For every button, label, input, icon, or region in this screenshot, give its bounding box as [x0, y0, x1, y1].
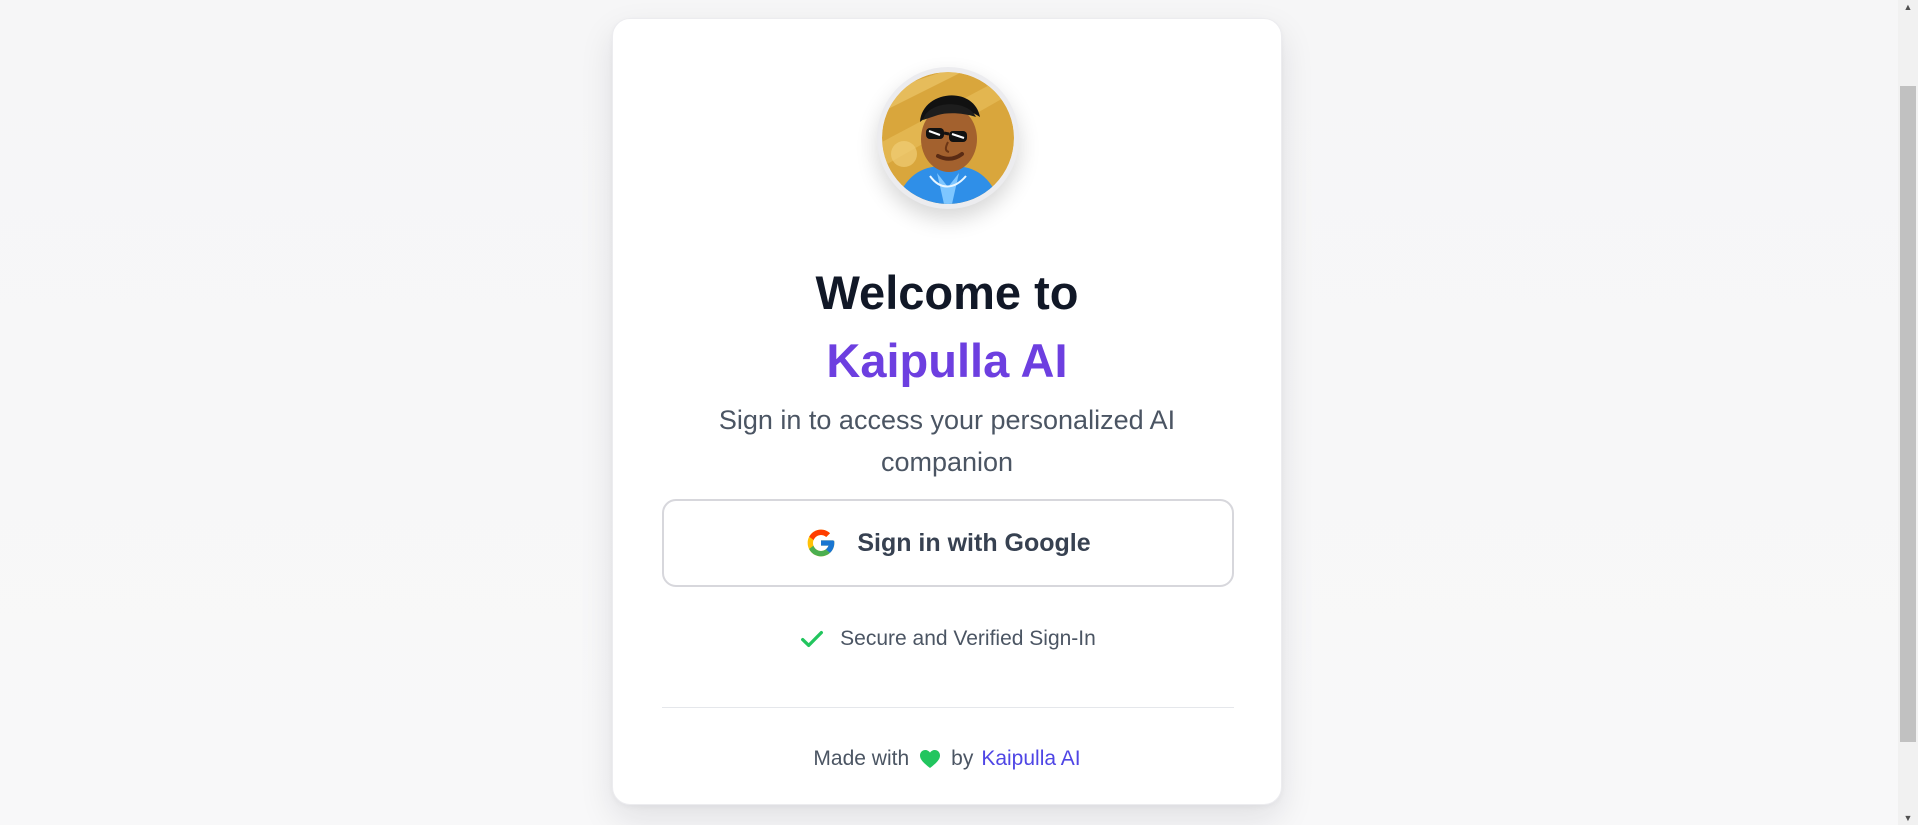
vertical-scrollbar[interactable]: ▲ ▼	[1898, 0, 1918, 825]
check-icon	[801, 630, 824, 648]
brand-title: Kaipulla AI	[826, 334, 1068, 387]
scrollbar-thumb[interactable]	[1900, 86, 1916, 742]
divider	[662, 707, 1234, 708]
secure-sign-in-note: Secure and Verified Sign-In	[613, 625, 1281, 653]
kaipulla-ai-link[interactable]: Kaipulla AI	[981, 747, 1080, 771]
footer: Made with by Kaipulla AI	[613, 747, 1281, 771]
login-page: Welcome to Kaipulla AI Sign in to access…	[0, 0, 1918, 825]
google-button-label: Sign in with Google	[857, 528, 1091, 557]
secure-text: Secure and Verified Sign-In	[840, 627, 1096, 650]
avatar	[882, 72, 1014, 204]
google-icon	[807, 529, 835, 557]
sign-in-subtitle: Sign in to access your personalized AI c…	[718, 405, 1176, 477]
scroll-down-icon[interactable]: ▼	[1898, 811, 1918, 825]
welcome-title: Welcome to	[815, 266, 1079, 319]
footer-prefix: Made with	[813, 747, 910, 770]
heart-icon	[920, 750, 941, 768]
avatar-frame	[877, 67, 1019, 209]
login-card: Welcome to Kaipulla AI Sign in to access…	[612, 18, 1282, 805]
footer-middle: by	[951, 747, 974, 770]
google-sign-in-button[interactable]: Sign in with Google	[662, 499, 1234, 587]
scroll-up-icon[interactable]: ▲	[1898, 0, 1918, 14]
